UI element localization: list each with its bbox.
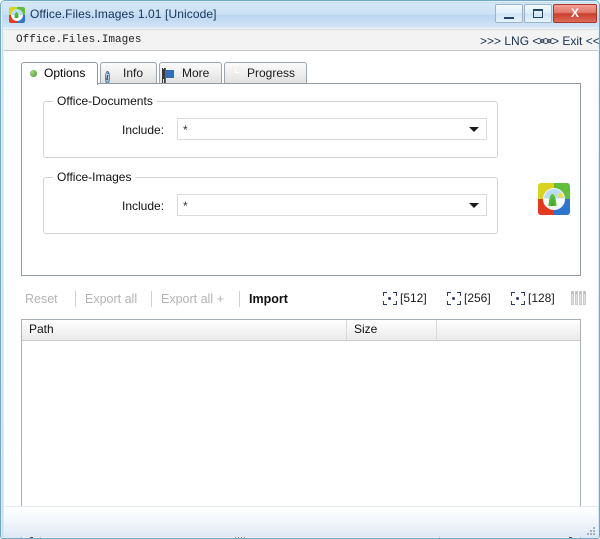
tab-options-label: Options [44, 66, 86, 80]
size-256-label: [256] [464, 291, 491, 305]
size-marks-icon [447, 292, 461, 305]
menu-bar: Office.Files.Images >>> LNG <<< >>> Exit… [4, 29, 599, 51]
chevron-down-icon[interactable] [469, 203, 479, 208]
export-all-plus-button[interactable]: Export all + [161, 289, 224, 309]
results-list-view[interactable]: Path Size [21, 319, 581, 524]
size-marks-icon [511, 292, 525, 305]
tab-more-label: More [182, 66, 210, 80]
column-header-size[interactable]: Size [347, 320, 437, 340]
column-header-empty[interactable] [437, 320, 580, 340]
grid-columns-icon[interactable] [571, 291, 586, 305]
tab-options[interactable]: Options [21, 62, 98, 85]
size-256-button[interactable]: [256] [447, 289, 491, 308]
toolbar-separator [239, 291, 240, 307]
group-office-documents: Office-Documents Include: * [43, 94, 498, 158]
reset-button[interactable]: Reset [25, 289, 58, 309]
tab-info[interactable]: i Info [100, 62, 157, 84]
export-all-button[interactable]: Export all [85, 289, 137, 309]
more-icon [164, 66, 179, 84]
tab-strip: Options i Info More Progress [21, 62, 581, 85]
documents-include-label: Include: [122, 123, 165, 137]
tab-more[interactable]: More [159, 62, 222, 84]
status-bar [4, 506, 598, 537]
images-include-value: * [183, 199, 188, 213]
progress-icon [229, 66, 244, 81]
toolbar-separator [75, 291, 76, 307]
app-logo-icon [9, 7, 25, 23]
title-bar[interactable]: Office.Files.Images 1.01 [Unicode] X [3, 3, 599, 28]
import-button[interactable]: Import [249, 289, 288, 309]
info-icon: i [105, 71, 110, 84]
group-office-images: Office-Images Include: * [43, 170, 498, 234]
window-title: Office.Files.Images 1.01 [Unicode] [30, 7, 217, 21]
size-128-button[interactable]: [128] [511, 289, 555, 308]
documents-include-value: * [183, 123, 188, 137]
images-include-combobox[interactable]: * [177, 194, 487, 216]
toolbar-separator [151, 291, 152, 307]
close-button[interactable]: X [553, 4, 597, 23]
maximize-button[interactable] [524, 4, 552, 23]
menu-item-exit[interactable]: >>> Exit <<< [538, 34, 599, 48]
options-tab-panel: Office-Documents Include: * Office-Image… [21, 83, 581, 276]
group-office-images-title: Office-Images [53, 170, 136, 184]
column-header-path[interactable]: Path [22, 320, 347, 340]
tab-progress-label: Progress [247, 66, 296, 80]
maximize-icon [533, 9, 543, 18]
list-header-row: Path Size [22, 320, 580, 341]
resize-grip-icon[interactable] [583, 523, 595, 535]
documents-include-combobox[interactable]: * [177, 118, 487, 140]
minimize-icon [504, 14, 514, 19]
size-marks-icon [383, 292, 397, 305]
action-toolbar: Reset Export all Export all + Import [51… [21, 285, 586, 315]
tab-info-label: Info [123, 66, 144, 80]
application-window: Office.Files.Images 1.01 [Unicode] X Off… [0, 0, 600, 539]
minimize-button[interactable] [495, 4, 523, 23]
client-area: Options i Info More Progress Office-Docu… [4, 51, 598, 538]
options-icon [26, 66, 41, 81]
group-office-documents-title: Office-Documents [53, 94, 157, 108]
size-512-button[interactable]: [512] [383, 289, 427, 308]
size-128-label: [128] [528, 291, 555, 305]
app-brand-logo-icon [538, 183, 570, 215]
images-include-label: Include: [122, 199, 165, 213]
chevron-down-icon[interactable] [469, 127, 479, 132]
menu-app-name: Office.Files.Images [16, 34, 142, 46]
size-512-label: [512] [400, 291, 427, 305]
list-body [22, 341, 580, 523]
tab-progress[interactable]: Progress [224, 62, 307, 84]
